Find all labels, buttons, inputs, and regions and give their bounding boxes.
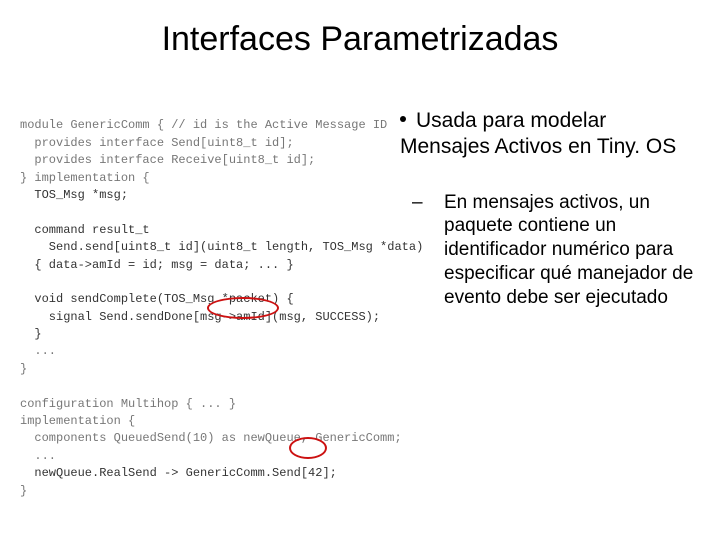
code-line: provides interface Send[uint8_t id]; [20, 136, 294, 150]
code-line: } implementation { [20, 171, 150, 185]
code-line: newQueue.RealSend -> GenericComm.Send[42… [20, 466, 337, 480]
code-line: signal Send.sendDone[msg->amId](msg, SUC… [20, 310, 380, 324]
code-line: ... [20, 344, 56, 358]
code-line: configuration Multihop { ... } [20, 397, 236, 411]
code-line: { data->amId = id; msg = data; ... } [20, 258, 294, 272]
bullet-text: Usada para modelar Mensajes Activos en T… [400, 109, 676, 158]
slide-title: Interfaces Parametrizadas [0, 20, 720, 59]
code-line: components QueuedSend(10) as newQueue, G… [20, 431, 402, 445]
code-line: module GenericComm { // id is the Active… [20, 118, 387, 132]
code-line: } [20, 362, 27, 376]
code-line: } [20, 327, 42, 341]
dash-icon: – [428, 191, 438, 215]
code-line: TOS_Msg *msg; [20, 188, 128, 202]
sub-bullet-item: –En mensajes activos, un paquete contien… [400, 191, 700, 310]
code-line: Send.send[uint8_t id](uint8_t length, TO… [20, 240, 423, 254]
bullet-dot-icon [400, 116, 406, 122]
code-line: void sendComplete(TOS_Msg *packet) { [20, 292, 294, 306]
code-line: implementation { [20, 414, 135, 428]
code-line: provides interface Receive[uint8_t id]; [20, 153, 315, 167]
code-line: ... [20, 449, 56, 463]
bullet-area: Usada para modelar Mensajes Activos en T… [400, 108, 700, 309]
code-line: command result_t [20, 223, 150, 237]
code-line: } [20, 484, 27, 498]
bullet-item: Usada para modelar Mensajes Activos en T… [400, 108, 700, 161]
sub-bullet-text: En mensajes activos, un paquete contiene… [444, 192, 693, 308]
slide: Interfaces Parametrizadas module Generic… [0, 0, 720, 540]
